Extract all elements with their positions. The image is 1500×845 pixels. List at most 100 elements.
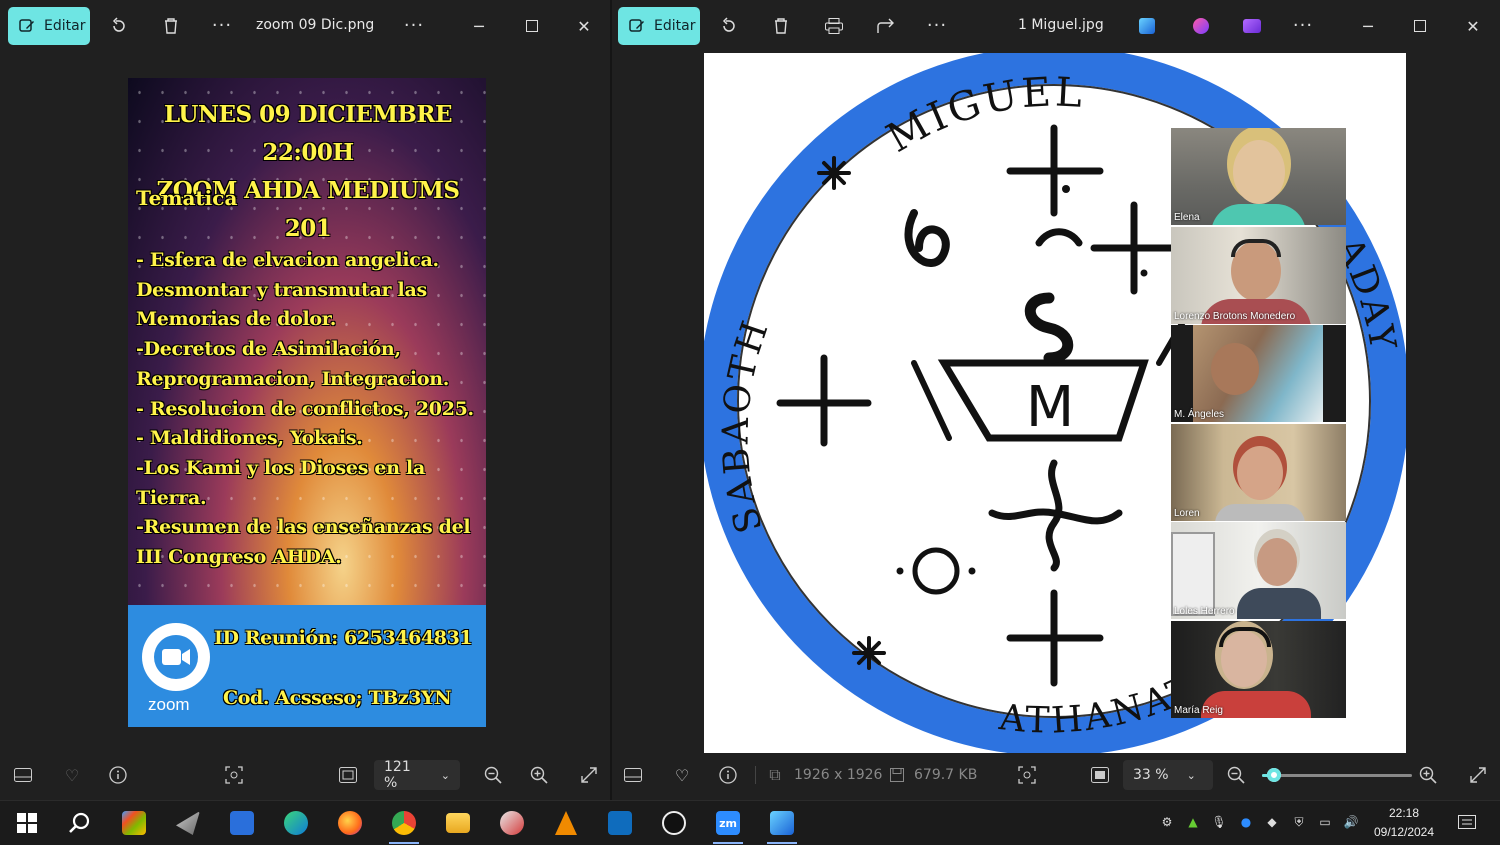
image-dimensions: 1926 x 1926 <box>794 767 883 783</box>
volume-tray-icon[interactable]: 🔊 <box>1342 813 1360 831</box>
wifi-tray-icon[interactable]: ▭ <box>1316 813 1334 831</box>
zoom-out-icon[interactable] <box>480 762 506 788</box>
edit-button[interactable]: Editar <box>8 7 90 45</box>
participant-tile[interactable]: Elena <box>1171 128 1346 225</box>
visual-search-icon[interactable] <box>1014 762 1040 788</box>
clock[interactable]: 22:18 09/12/2024 <box>1362 804 1446 842</box>
edit-button-label: Editar <box>654 18 696 34</box>
zoom-slider[interactable] <box>1262 768 1412 782</box>
filmstrip-icon[interactable] <box>620 762 646 788</box>
capcut-icon[interactable] <box>659 808 689 838</box>
participant-name: Elena <box>1174 212 1200 223</box>
poster-tematica: Tematica <box>136 186 238 210</box>
chevron-down-icon: ⌄ <box>1186 768 1196 782</box>
taskbar: zm ⚙ ▲ 🎙 ● ◆ ⛨ ▭ 🔊 22:18 09/12/2024 <box>0 800 1500 845</box>
explorer-airplane-icon[interactable] <box>173 808 203 838</box>
zoom-level-dropdown[interactable]: 121 % ⌄ <box>374 759 460 791</box>
file-size: 679.7 KB <box>914 767 978 783</box>
separator <box>755 766 756 784</box>
rotate-icon[interactable] <box>106 13 132 39</box>
poster-heading: LUNES 09 DICIEMBRE 22:00H ZOOM AHDA MEDI… <box>136 96 480 248</box>
firefox-icon[interactable] <box>335 808 365 838</box>
settings-app-icon[interactable] <box>497 808 527 838</box>
more-options-icon[interactable]: ··· <box>924 13 950 39</box>
zoom-tray-icon[interactable]: ● <box>1237 813 1255 831</box>
start-icon[interactable] <box>12 808 42 838</box>
zoom-out-icon[interactable] <box>1223 762 1249 788</box>
participant-name: Loren <box>1174 508 1200 519</box>
title-more-icon[interactable]: ··· <box>401 13 427 39</box>
dropbox-tray-icon[interactable]: ◆ <box>1263 813 1281 831</box>
nvidia-tray-icon[interactable]: ▲ <box>1184 813 1202 831</box>
meeting-id: ID Reunión: 6253464831 <box>214 627 473 649</box>
expand-icon[interactable] <box>1465 762 1491 788</box>
info-icon[interactable] <box>105 762 131 788</box>
poster-topics: - Esfera de elvacion angelica. Desmontar… <box>136 249 474 569</box>
search-icon[interactable] <box>64 808 94 838</box>
photo-editor-app-icon[interactable] <box>1134 13 1160 39</box>
actual-size-icon[interactable] <box>1087 762 1113 788</box>
poster-heading-line1: LUNES 09 DICIEMBRE 22:00H <box>163 101 453 166</box>
close-icon[interactable]: ✕ <box>1460 13 1486 39</box>
file-explorer-icon[interactable] <box>443 808 473 838</box>
info-icon[interactable] <box>715 762 741 788</box>
clipchamp-app-icon[interactable] <box>1239 13 1265 39</box>
presentation-app-icon[interactable] <box>227 808 257 838</box>
title-more-icon[interactable]: ··· <box>1290 13 1316 39</box>
fit-screen-icon[interactable] <box>335 762 361 788</box>
paint-app-icon[interactable] <box>1188 13 1214 39</box>
minimize-icon[interactable]: ─ <box>466 13 492 39</box>
maximize-icon[interactable] <box>1407 13 1433 39</box>
more-options-icon[interactable]: ··· <box>209 13 235 39</box>
vlc-icon[interactable] <box>551 808 581 838</box>
zoom-in-icon[interactable] <box>526 762 552 788</box>
edit-button[interactable]: Editar <box>618 7 700 45</box>
dimensions-icon: ⧉ <box>769 765 781 784</box>
toolbar-left: Editar ··· zoom 09 Dic.png ··· ─ ✕ <box>0 0 610 52</box>
maximize-icon[interactable] <box>519 13 545 39</box>
participant-name: Lorenzo Brotons Monedero <box>1174 311 1296 322</box>
participant-tile[interactable]: M. Ángeles <box>1171 325 1346 422</box>
participant-name: Loles Herrero <box>1174 606 1235 617</box>
seal-center-letter: M <box>1026 375 1074 440</box>
store-icon[interactable] <box>119 808 149 838</box>
filmstrip-icon[interactable] <box>10 762 36 788</box>
zoom-app-icon[interactable]: zm <box>713 808 743 844</box>
participant-tile[interactable]: Loren <box>1171 424 1346 521</box>
rotate-icon[interactable] <box>716 13 742 39</box>
poster-footer: zoom ID Reunión: 6253464831 Cod. Acsseso… <box>128 605 486 727</box>
favorite-icon[interactable]: ♡ <box>59 762 85 788</box>
zoom-logo-text: zoom <box>148 695 190 714</box>
network-tray-icon[interactable]: ⚙ <box>1158 813 1176 831</box>
security-tray-icon[interactable]: ⛨ <box>1290 813 1308 831</box>
visual-search-icon[interactable] <box>221 762 247 788</box>
zoom-level-value: 121 % <box>384 759 411 791</box>
microphone-tray-icon[interactable]: 🎙 <box>1210 813 1228 831</box>
delete-icon[interactable] <box>158 13 184 39</box>
minimize-icon[interactable]: ─ <box>1355 13 1381 39</box>
participant-tile[interactable]: María Reig <box>1171 621 1346 718</box>
photos-app-icon[interactable] <box>767 808 797 844</box>
edge-icon[interactable] <box>281 808 311 838</box>
edit-image-icon <box>19 19 34 32</box>
print-icon[interactable] <box>821 13 847 39</box>
close-icon[interactable]: ✕ <box>571 13 597 39</box>
window-title: zoom 09 Dic.png <box>256 17 375 33</box>
participant-tile[interactable]: Lorenzo Brotons Monedero <box>1171 227 1346 324</box>
participant-tile[interactable]: Loles Herrero <box>1171 522 1346 619</box>
zoom-level-dropdown[interactable]: 33 % ⌄ <box>1123 760 1213 790</box>
favorite-icon[interactable]: ♡ <box>669 762 695 788</box>
outlook-icon[interactable] <box>605 808 635 838</box>
zoom-in-icon[interactable] <box>1415 762 1441 788</box>
chrome-icon[interactable] <box>389 808 419 844</box>
share-icon[interactable] <box>873 13 899 39</box>
bottom-bar-left: ♡ 121 % ⌄ <box>0 752 610 798</box>
edit-button-label: Editar <box>44 18 86 34</box>
poster-heading-line2: ZOOM AHDA MEDIUMS 201 <box>156 177 460 242</box>
delete-icon[interactable] <box>768 13 794 39</box>
zoom-slider-thumb[interactable] <box>1267 768 1281 782</box>
expand-icon[interactable] <box>576 762 602 788</box>
toolbar-right: Editar ··· 1 Miguel.jpg ··· ─ ✕ <box>612 0 1500 52</box>
notifications-icon[interactable] <box>1452 808 1482 838</box>
file-size-icon <box>884 762 910 788</box>
